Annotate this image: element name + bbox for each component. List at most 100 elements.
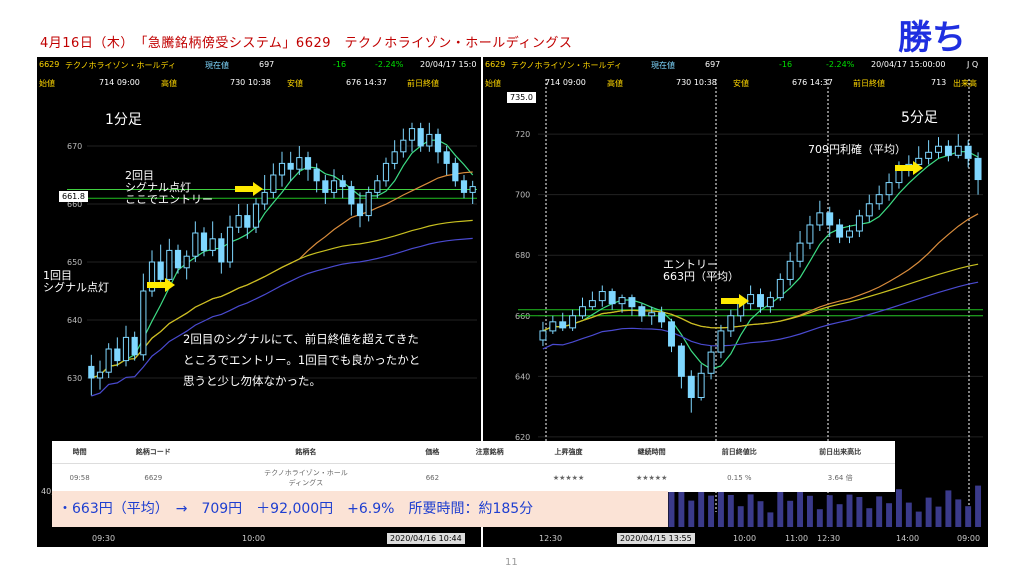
table-header[interactable]: 前日終値比 <box>693 441 786 464</box>
cell-code: 6629 <box>144 474 163 482</box>
table-header[interactable]: 継続時間 <box>610 441 694 464</box>
candle-body <box>885 182 893 196</box>
candle-body <box>846 230 853 238</box>
cell-caution <box>452 464 527 493</box>
candle-body <box>330 180 338 193</box>
cell-prev-volume-ratio: 3.64 倍 <box>827 474 853 482</box>
candle-body <box>304 157 312 170</box>
page-number: 11 <box>505 557 518 568</box>
candle-body <box>348 186 355 205</box>
candle-body <box>365 191 372 217</box>
time-label: 10:00 <box>733 534 757 543</box>
cell-duration: ★★★★★ <box>635 474 668 482</box>
candle-body <box>166 249 173 280</box>
volume-bar <box>757 501 764 527</box>
candle-body <box>339 180 346 188</box>
annotation-first-signal: 1回目 シグナル点灯 <box>43 269 109 294</box>
candle-body <box>757 294 764 308</box>
candle-body <box>244 215 251 228</box>
candle-body <box>776 278 784 299</box>
volume-bar <box>905 502 912 527</box>
table-header[interactable]: 上昇強度 <box>526 441 611 464</box>
table-header[interactable]: 銘柄名 <box>199 441 413 464</box>
candle-body <box>579 306 586 317</box>
volume-bar <box>925 497 932 527</box>
candle-body <box>235 215 242 228</box>
volume-bar <box>866 508 873 527</box>
table-header[interactable]: 価格 <box>412 441 453 464</box>
candle-body <box>261 191 268 205</box>
cell-strength: ★★★★★ <box>552 474 585 482</box>
page-title: 4月16日（木） 「急騰銘柄傍受システム」6629 テクノホライゾン・ホールディ… <box>40 36 573 51</box>
y-tick-label: 680 <box>515 251 530 260</box>
table-header[interactable]: 時間 <box>52 441 108 464</box>
moving-average-line <box>542 151 979 370</box>
table-header[interactable]: 前日出来高比 <box>785 441 895 464</box>
candle-body <box>114 348 121 362</box>
candle-body <box>806 224 814 244</box>
candle-body <box>964 145 972 159</box>
candle-body <box>648 312 656 317</box>
volume-bar <box>826 495 833 527</box>
volume-bar <box>935 506 942 527</box>
candle-body <box>192 232 199 257</box>
y-tick-label: 670 <box>67 142 82 151</box>
table-header[interactable]: 銘柄コード <box>107 441 200 464</box>
candle-body <box>855 215 863 232</box>
time-label: 14:00 <box>896 534 920 543</box>
table-header[interactable]: 注意銘柄 <box>452 441 527 464</box>
y-tick-label: 640 <box>67 316 82 325</box>
volume-bar <box>975 485 982 527</box>
volume-bar <box>886 503 893 527</box>
candle-body <box>131 336 138 356</box>
candle-body <box>313 168 320 182</box>
candle-body <box>925 151 933 159</box>
candle-body <box>638 306 646 317</box>
candle-body <box>796 242 804 262</box>
candle-body <box>816 212 824 226</box>
time-label: 09:00 <box>957 534 981 543</box>
annotation-entry: エントリー 663円（平均） <box>663 258 739 283</box>
candle-body <box>400 139 407 153</box>
candle-body <box>786 260 794 280</box>
candle-body <box>434 133 442 153</box>
volume-bar <box>945 490 952 527</box>
trade-summary: ・663円（平均） → 709円 ＋92,000円 +6.9% 所要時間：約18… <box>52 491 668 527</box>
candle-body <box>382 162 390 182</box>
y-tick-label: 640 <box>515 372 530 381</box>
arrow-marker <box>721 294 749 308</box>
candle-body <box>668 321 675 347</box>
signal-table: 時間 銘柄コード 銘柄名 価格 注意銘柄 上昇強度 継続時間 前日終値比 前日出… <box>52 441 895 492</box>
volume-bar <box>727 495 734 527</box>
candle-body <box>836 224 844 238</box>
candle-body <box>598 291 606 302</box>
volume-bar <box>737 506 744 527</box>
volume-bar <box>787 500 794 527</box>
volume-bar <box>846 494 853 527</box>
candle-body <box>687 375 695 399</box>
candle-body <box>122 336 130 362</box>
cell-price: 662 <box>425 474 440 482</box>
commentary-line: ところでエントリー。1回目でも良かったかと <box>183 353 421 367</box>
candle-body <box>608 291 616 305</box>
candle-body <box>88 365 95 379</box>
price-box: 661.8 <box>59 191 88 202</box>
candle-body <box>747 294 755 305</box>
candle-body <box>356 203 364 217</box>
table-row[interactable]: 09:58 6629 テクノホライゾン・ホール ディングス 662 ★★★★★ … <box>52 464 895 493</box>
commentary-line: 思うと少し勿体なかった。 <box>183 374 321 388</box>
candle-body <box>296 157 303 170</box>
y-tick-label: 720 <box>515 130 530 139</box>
candle-body <box>252 203 260 228</box>
time-label: 10:00 <box>242 534 266 543</box>
candle-body <box>697 372 705 399</box>
annotation-profit: 709円利確（平均） <box>808 143 906 156</box>
candle-body <box>209 238 216 251</box>
time-label: 11:00 <box>785 534 809 543</box>
time-label: 09:30 <box>92 534 116 543</box>
volume-bar <box>816 509 823 527</box>
timestamp-box: 2020/04/15 13:55 <box>617 533 695 544</box>
candle-body <box>469 186 476 193</box>
candle-body <box>287 162 294 170</box>
timeframe-label: 1分足 <box>105 112 142 128</box>
